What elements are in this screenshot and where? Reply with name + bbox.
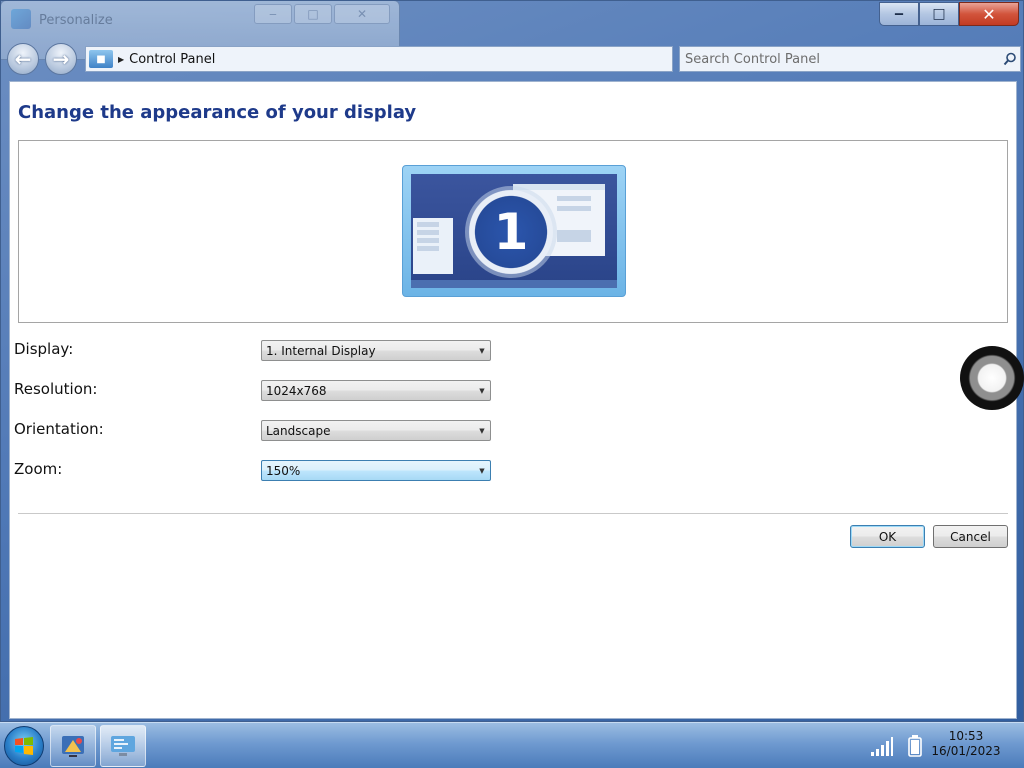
monitor-number-badge: 1 — [465, 186, 557, 278]
back-arrow-icon: ← — [14, 47, 32, 71]
page-title: Change the appearance of your display — [18, 102, 417, 123]
setting-row-orientation: Orientation: Landscape ▼ — [12, 420, 1002, 444]
resolution-select[interactable]: 1024x768 ▼ — [261, 380, 491, 401]
setting-row-resolution: Resolution: 1024x768 ▼ — [12, 380, 1002, 404]
dropdown-arrow-icon: ▼ — [479, 346, 485, 355]
content-pane: Change the appearance of your display 1 … — [9, 81, 1017, 719]
dropdown-arrow-icon: ▼ — [479, 466, 485, 475]
dropdown-arrow-icon: ▼ — [479, 386, 485, 395]
setting-row-display: Display: 1. Internal Display ▼ — [12, 340, 1002, 364]
zoom-label: Zoom: — [14, 460, 63, 478]
display-select[interactable]: 1. Internal Display ▼ — [261, 340, 491, 361]
divider — [18, 513, 1008, 514]
orientation-select[interactable]: Landscape ▼ — [261, 420, 491, 441]
search-box — [679, 46, 1021, 72]
maximize-button[interactable]: □ — [919, 2, 959, 26]
window-controls: ‒ □ ✕ — [879, 2, 1019, 26]
address-bar[interactable]: ■ ▶ Control Panel — [85, 46, 673, 72]
monitor-1[interactable]: 1 — [402, 165, 626, 297]
touch-pointer-indicator — [960, 346, 1024, 410]
orientation-label: Orientation: — [14, 420, 104, 438]
cancel-button[interactable]: Cancel — [933, 525, 1008, 548]
breadcrumb-chevron-icon[interactable]: ▶ — [118, 55, 124, 64]
minimize-button[interactable]: ‒ — [879, 2, 919, 26]
preview-taskbar — [411, 280, 617, 288]
taskbar: 10:53 16/01/2023 — [0, 722, 1024, 768]
taskbar-control-panel[interactable] — [100, 725, 146, 767]
personalize-icon — [62, 736, 84, 757]
system-tray — [870, 735, 922, 757]
search-input[interactable] — [685, 47, 1000, 71]
ok-button[interactable]: OK — [850, 525, 925, 548]
clock-date: 16/01/2023 — [931, 744, 1001, 758]
close-button[interactable]: ✕ — [959, 2, 1019, 26]
display-label: Display: — [14, 340, 74, 358]
dropdown-arrow-icon: ▼ — [479, 426, 485, 435]
monitor-screen: 1 — [411, 174, 617, 288]
clock-time: 10:53 — [948, 729, 984, 743]
taskbar-personalize[interactable] — [50, 725, 96, 767]
zoom-select[interactable]: 150% ▼ — [261, 460, 491, 481]
clock[interactable]: 10:53 16/01/2023 — [920, 729, 1012, 759]
forward-button[interactable]: → — [45, 43, 77, 75]
control-panel-icon: ■ — [89, 50, 113, 68]
forward-arrow-icon: → — [52, 47, 70, 71]
display-preview: 1 — [18, 140, 1008, 323]
resolution-label: Resolution: — [14, 380, 98, 398]
windows-logo-icon — [15, 737, 33, 755]
signal-strength-icon[interactable] — [870, 737, 894, 757]
preview-window-left — [413, 218, 453, 274]
display-settings-window: ‒ □ ✕ ← → ■ ▶ Control Panel Change the a… — [0, 0, 1024, 722]
start-button[interactable] — [4, 726, 44, 766]
setting-row-zoom: Zoom: 150% ▼ — [12, 460, 1002, 484]
search-icon[interactable] — [1000, 49, 1020, 69]
control-panel-icon — [111, 736, 135, 756]
navigation-bar: ← → ■ ▶ Control Panel — [1, 39, 1024, 79]
back-button[interactable]: ← — [7, 43, 39, 75]
breadcrumb-control-panel[interactable]: Control Panel — [129, 52, 215, 67]
